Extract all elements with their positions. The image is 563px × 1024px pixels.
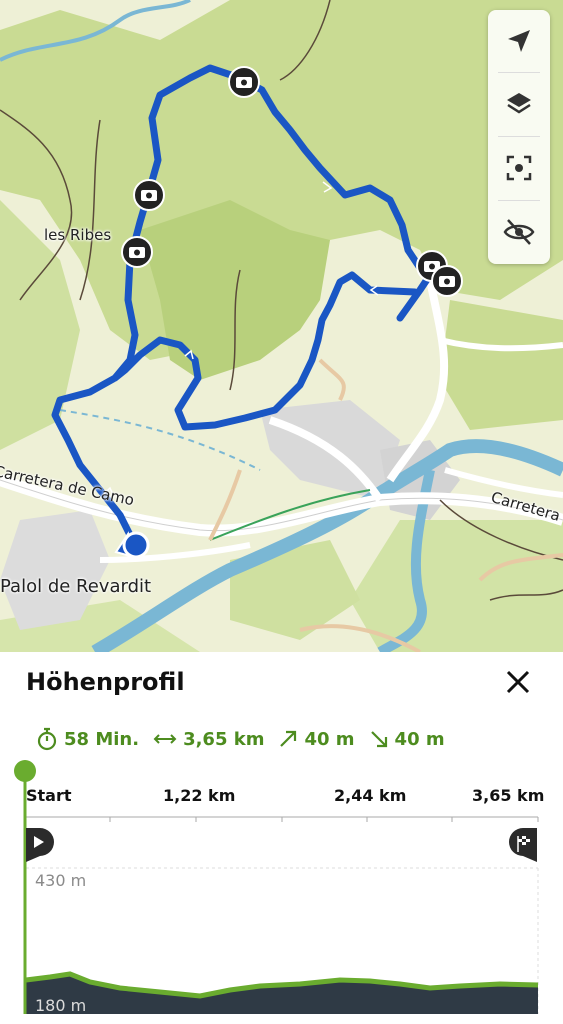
layers-icon <box>507 93 531 114</box>
photo-marker-icon[interactable] <box>228 66 260 98</box>
place-label-palol-de-revardit: Palol de Revardit <box>0 576 152 597</box>
photo-marker-icon[interactable] <box>133 179 165 211</box>
elevation-profile-panel: Höhenprofil 58 Min. 3,65 km 40 m 40 m St… <box>0 652 563 1024</box>
start-play-icon <box>26 828 54 862</box>
elevation-min-label: 180 m <box>35 996 87 1015</box>
elevation-chart[interactable] <box>0 652 563 1024</box>
map-toolbar <box>488 10 550 264</box>
map-canvas[interactable] <box>0 0 563 652</box>
toggle-visibility-button[interactable] <box>488 201 550 263</box>
elevation-max-label: 430 m <box>35 871 87 890</box>
focus-frame-icon <box>506 155 532 181</box>
navigate-arrow-icon <box>508 30 530 52</box>
elevation-profile-area <box>26 974 538 1014</box>
eye-off-icon <box>503 219 535 245</box>
photo-marker-icon[interactable] <box>121 236 153 268</box>
map-view[interactable]: les Ribes Palol de Revardit Carretera de… <box>0 0 563 652</box>
finish-flag-icon <box>509 828 537 862</box>
map-layers-button[interactable] <box>488 73 550 135</box>
position-cursor-handle <box>14 760 36 782</box>
locate-button[interactable] <box>488 10 550 72</box>
focus-route-button[interactable] <box>488 137 550 199</box>
place-label-les-ribes: les Ribes <box>44 226 112 244</box>
photo-marker-icon[interactable] <box>431 265 463 297</box>
